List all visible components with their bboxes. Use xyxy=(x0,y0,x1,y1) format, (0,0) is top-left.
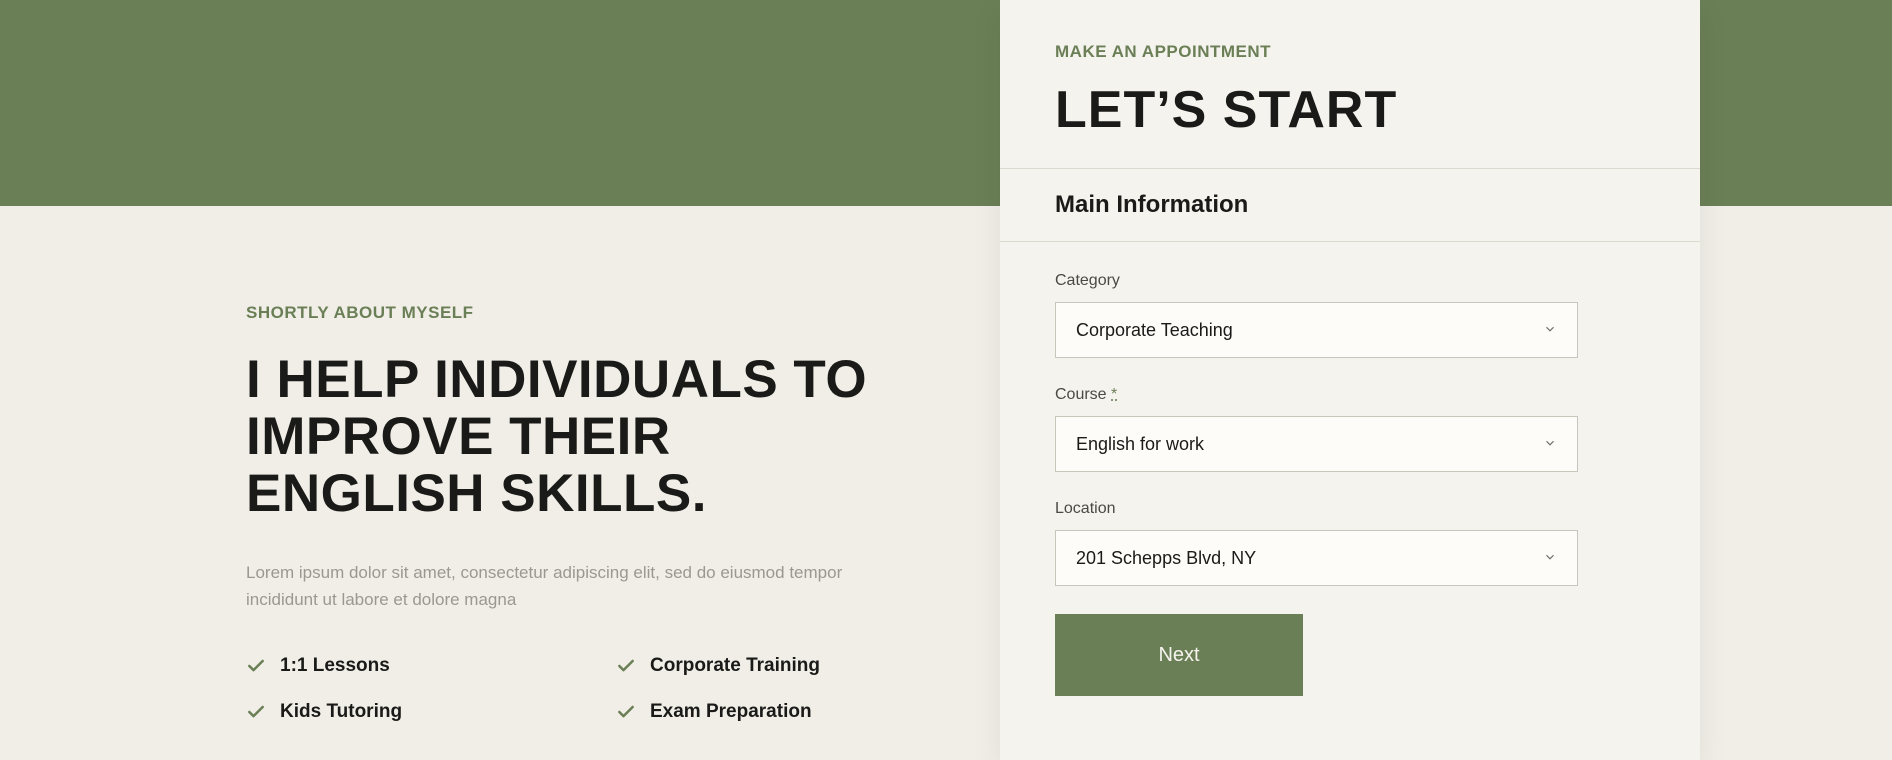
feature-item: Exam Preparation xyxy=(616,701,986,723)
form-section-title: Main Information xyxy=(1055,191,1645,219)
about-headline: I HELP INDIVIDUALS TO IMPROVE THEIR ENGL… xyxy=(246,351,906,523)
feature-label: Corporate Training xyxy=(650,655,820,677)
check-icon xyxy=(616,656,636,676)
about-section: SHORTLY ABOUT MYSELF I HELP INDIVIDUALS … xyxy=(246,303,906,723)
field-course: Course * English for work xyxy=(1055,386,1645,472)
location-label: Location xyxy=(1055,500,1645,518)
required-mark: * xyxy=(1111,386,1117,403)
feature-label: Kids Tutoring xyxy=(280,701,402,723)
category-label: Category xyxy=(1055,272,1645,290)
course-value: English for work xyxy=(1076,434,1204,455)
feature-label: 1:1 Lessons xyxy=(280,655,390,677)
course-label: Course * xyxy=(1055,386,1645,404)
check-icon xyxy=(616,702,636,722)
card-title: LET’S START xyxy=(1055,80,1645,140)
feature-item: 1:1 Lessons xyxy=(246,655,616,677)
feature-list: 1:1 Lessons Corporate Training Kids Tuto… xyxy=(246,655,906,723)
about-body: Lorem ipsum dolor sit amet, consectetur … xyxy=(246,559,886,613)
divider xyxy=(1000,241,1700,242)
chevron-down-icon xyxy=(1543,434,1557,455)
chevron-down-icon xyxy=(1543,320,1557,341)
check-icon xyxy=(246,656,266,676)
feature-item: Kids Tutoring xyxy=(246,701,616,723)
category-value: Corporate Teaching xyxy=(1076,320,1233,341)
category-select[interactable]: Corporate Teaching xyxy=(1055,302,1578,358)
feature-label: Exam Preparation xyxy=(650,701,812,723)
location-select[interactable]: 201 Schepps Blvd, NY xyxy=(1055,530,1578,586)
divider xyxy=(1000,168,1700,169)
feature-item: Corporate Training xyxy=(616,655,986,677)
check-icon xyxy=(246,702,266,722)
location-value: 201 Schepps Blvd, NY xyxy=(1076,548,1256,569)
appointment-card: MAKE AN APPOINTMENT LET’S START Main Inf… xyxy=(1000,0,1700,760)
next-button[interactable]: Next xyxy=(1055,614,1303,696)
about-eyebrow: SHORTLY ABOUT MYSELF xyxy=(246,303,906,323)
card-eyebrow: MAKE AN APPOINTMENT xyxy=(1055,42,1645,62)
chevron-down-icon xyxy=(1543,548,1557,569)
field-category: Category Corporate Teaching xyxy=(1055,272,1645,358)
course-select[interactable]: English for work xyxy=(1055,416,1578,472)
field-location: Location 201 Schepps Blvd, NY xyxy=(1055,500,1645,586)
